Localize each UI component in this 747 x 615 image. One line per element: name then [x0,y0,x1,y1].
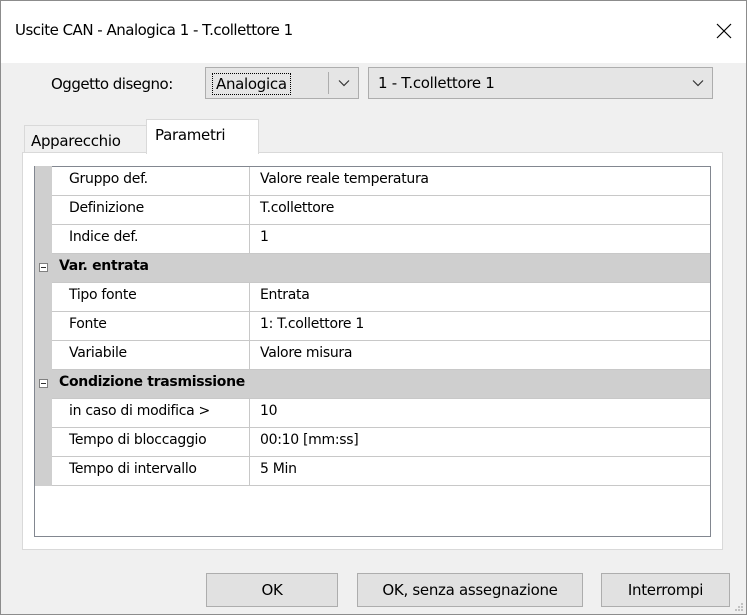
tab-parametri[interactable]: Parametri [146,119,259,154]
window-title: Uscite CAN - Analogica 1 - T.collettore … [15,21,293,39]
property-value[interactable]: 00:10 [mm:ss] [251,428,359,460]
cancel-button[interactable]: Interrompi [601,573,730,607]
title-bar: Uscite CAN - Analogica 1 - T.collettore … [1,1,746,63]
property-grid: Gruppo def. Valore reale temperatura Def… [34,166,711,537]
chevron-down-icon[interactable] [684,68,712,98]
ok-without-assignment-button[interactable]: OK, senza assegnazione [357,573,583,607]
row-gutter [35,166,52,196]
property-name: in caso di modifica > [52,399,250,427]
property-name: Tempo di bloccaggio [52,428,250,456]
property-row[interactable]: Fonte 1: T.collettore 1 [35,311,710,344]
row-gutter [35,340,52,370]
property-value[interactable]: Valore reale temperatura [251,167,429,199]
object-item-dropdown[interactable]: 1 - T.collettore 1 [368,67,713,99]
property-name: Indice def. [52,225,250,253]
object-item-value: 1 - T.collettore 1 [378,74,495,92]
dropdown-divider [328,72,329,94]
row-gutter [35,456,52,486]
property-name: Variabile [52,341,250,369]
resize-grip-icon[interactable] [734,602,744,612]
row-gutter [35,311,52,341]
row-gutter [35,195,52,225]
property-value[interactable]: T.collettore [251,196,334,228]
property-value[interactable]: 5 Min [251,457,297,489]
tab-panel: Gruppo def. Valore reale temperatura Def… [22,152,723,550]
row-gutter [35,427,52,457]
property-name: Fonte [52,312,250,340]
property-row[interactable]: Tempo di bloccaggio 00:10 [mm:ss] [35,427,710,460]
row-gutter [35,224,52,254]
row-gutter [35,398,52,428]
property-row[interactable]: Indice def. 1 [35,224,710,257]
property-row[interactable]: Variabile Valore misura [35,340,710,373]
dialog-window: Uscite CAN - Analogica 1 - T.collettore … [0,0,747,615]
ok-button[interactable]: OK [206,573,338,607]
property-value[interactable]: 1 [251,225,269,257]
property-row[interactable]: Definizione T.collettore [35,195,710,228]
property-row[interactable]: Gruppo def. Valore reale temperatura [35,166,710,199]
property-row[interactable]: in caso di modifica > 10 [35,398,710,431]
collapse-icon[interactable] [39,379,48,388]
property-value[interactable]: 1: T.collettore 1 [251,312,364,344]
property-name: Definizione [52,196,250,224]
property-row[interactable]: Tempo di intervallo 5 Min [35,456,710,489]
object-type-dropdown[interactable]: Analogica [205,67,359,99]
category-var-entrata[interactable]: Var. entrata [35,254,710,283]
property-value[interactable]: Entrata [251,283,310,315]
property-name: Gruppo def. [52,167,250,195]
property-name: Tipo fonte [52,283,250,311]
category-label: Var. entrata [59,258,149,274]
close-icon [716,23,732,39]
close-button[interactable] [702,13,746,49]
property-name: Tempo di intervallo [52,457,250,485]
chevron-down-icon[interactable] [330,68,358,98]
collapse-icon[interactable] [39,263,48,272]
property-row[interactable]: Tipo fonte Entrata [35,282,710,315]
category-condizione-trasmissione[interactable]: Condizione trasmissione [35,370,710,399]
row-gutter [35,282,52,312]
category-label: Condizione trasmissione [59,374,245,390]
object-label: Oggetto disegno: [51,75,173,93]
tab-apparecchio[interactable]: Apparecchio [24,125,148,153]
property-value[interactable]: 10 [251,399,278,431]
object-type-value: Analogica [212,73,291,95]
property-value[interactable]: Valore misura [251,341,352,373]
